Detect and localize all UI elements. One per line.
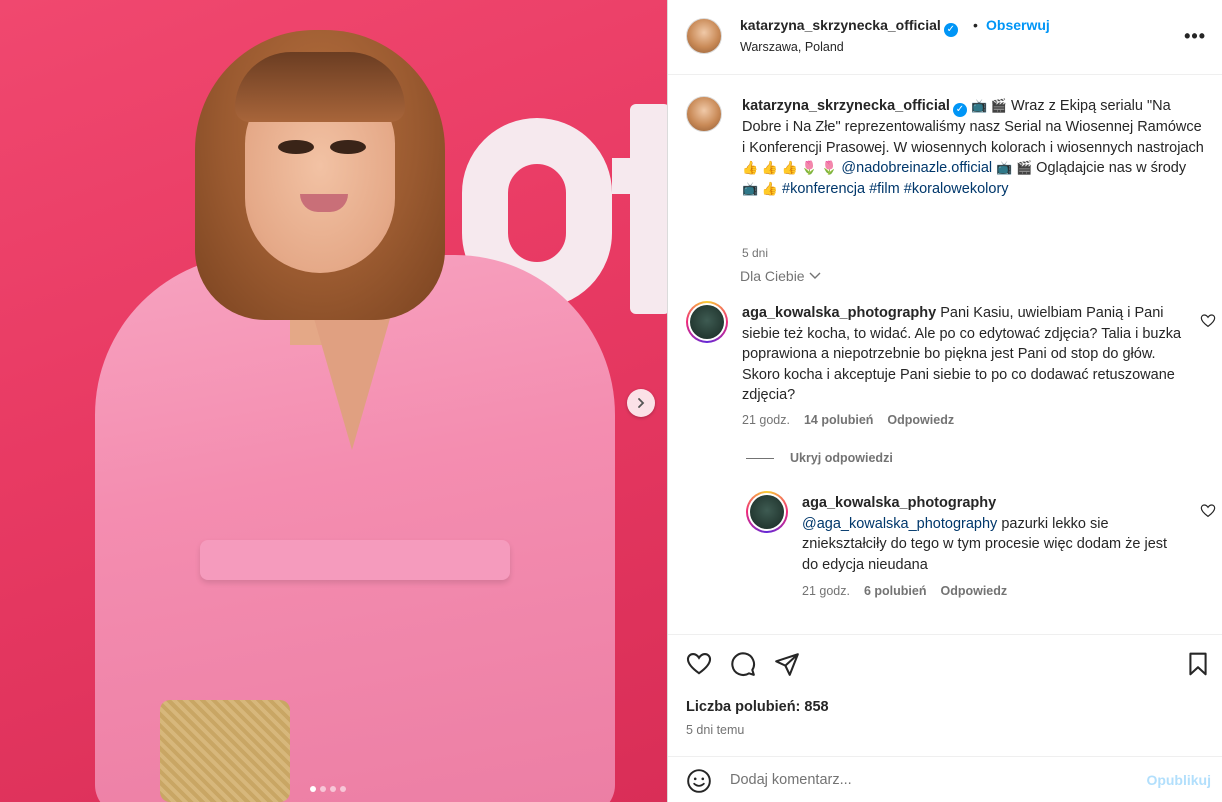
caption-emoji: 📺 🎬 [971,98,1007,113]
verified-badge-icon: ✓ [943,23,958,37]
caption-emoji: 👍 👍 👍 🌷 🌷 [742,160,838,175]
carousel-dot [340,786,346,792]
comment-input[interactable] [730,769,1130,791]
reply-button[interactable]: Odpowiedz [887,413,954,427]
commenter-username[interactable]: aga_kowalska_photography [802,495,996,511]
hashtag-link[interactable]: #film [869,181,900,197]
caption-age: 5 dni [742,246,769,260]
comment-meta: 21 godz. 6 polubień Odpowiedz [802,584,1007,598]
comment-age: 21 godz. [802,584,850,598]
carousel-dot [320,786,326,792]
emoji-picker-icon[interactable] [686,768,712,794]
post-panel: katarzyna_skrzynecka_official ✓ • Obserwu… [667,0,1222,802]
like-comment-heart-icon[interactable] [1200,503,1216,519]
comment-sort-label: Dla Ciebie [740,268,805,284]
likes-count[interactable]: Liczba polubień: 858 [686,699,829,715]
comment-age: 21 godz. [742,413,790,427]
post-actions: Liczba polubień: 858 5 dni temu [668,634,1222,754]
caption-emoji: 📺 👍 [742,180,778,196]
carousel-dots [310,786,346,792]
caption-text-part: Oglądajcie nas w środy [1036,160,1187,176]
comment-body: aga_kowalska_photography Pani Kasiu, uwi… [742,303,1182,406]
comment-body: aga_kowalska_photography @aga_kowalska_p… [802,493,1182,575]
comment-sort-dropdown[interactable]: Dla Ciebie [740,268,822,284]
hide-replies-label: Ukryj odpowiedzi [790,451,893,465]
bookmark-save-icon[interactable] [1185,651,1211,677]
caption-text: katarzyna_skrzynecka_official ✓ 📺 🎬 Wraz … [742,96,1204,199]
publish-comment-button[interactable]: Opublikuj [1146,772,1211,788]
chevron-down-icon [809,272,821,279]
follow-button[interactable]: Obserwuj [986,17,1050,33]
hashtag-link[interactable]: #konferencja [782,181,865,197]
commenter-avatar[interactable] [686,301,728,343]
comments-scroll-area[interactable]: katarzyna_skrzynecka_official ✓ 📺 🎬 Wraz … [668,76,1222,633]
commenter-avatar[interactable] [746,491,788,533]
like-comment-heart-icon[interactable] [1200,313,1216,329]
post-header: katarzyna_skrzynecka_official ✓ • Obserwu… [668,0,1222,75]
comment-mention[interactable]: @aga_kowalska_photography [802,516,997,532]
carousel-next-button[interactable] [627,389,655,417]
share-send-icon[interactable] [774,651,800,677]
hashtag-link[interactable]: #koralowekolory [904,181,1009,197]
more-options-icon[interactable]: ••• [1184,26,1206,47]
instagram-post: katarzyna_skrzynecka_official ✓ • Obserwu… [0,0,1222,802]
caption-author-avatar[interactable] [686,96,722,132]
carousel-dot [310,786,316,792]
reply-button[interactable]: Odpowiedz [940,584,1007,598]
comment-likes-count[interactable]: 6 polubień [864,584,927,598]
add-comment-bar: Opublikuj [668,756,1222,802]
post-timestamp: 5 dni temu [686,723,745,737]
verified-badge-icon: ✓ [952,103,967,117]
commenter-username[interactable]: aga_kowalska_photography [742,305,936,321]
comment-likes-count[interactable]: 14 polubień [804,413,873,427]
caption-mention[interactable]: @nadobreinazle.official [841,160,992,176]
caption-author-username[interactable]: katarzyna_skrzynecka_official [742,98,950,114]
author-username[interactable]: katarzyna_skrzynecka_official [740,17,941,33]
post-photo[interactable] [0,0,667,802]
comment-bubble-icon[interactable] [730,651,756,677]
post-location[interactable]: Warszawa, Poland [740,40,844,54]
photo-subject [0,0,667,802]
comment-meta: 21 godz. 14 polubień Odpowiedz [742,413,954,427]
chevron-right-icon [638,398,645,408]
caption-emoji: 📺 🎬 [996,160,1033,175]
carousel-dot [330,786,336,792]
separator-dot: • [973,17,978,33]
like-heart-icon[interactable] [686,651,712,677]
divider-line [746,457,774,459]
author-avatar[interactable] [686,18,722,54]
hide-replies-button[interactable]: Ukryj odpowiedzi [746,451,893,465]
